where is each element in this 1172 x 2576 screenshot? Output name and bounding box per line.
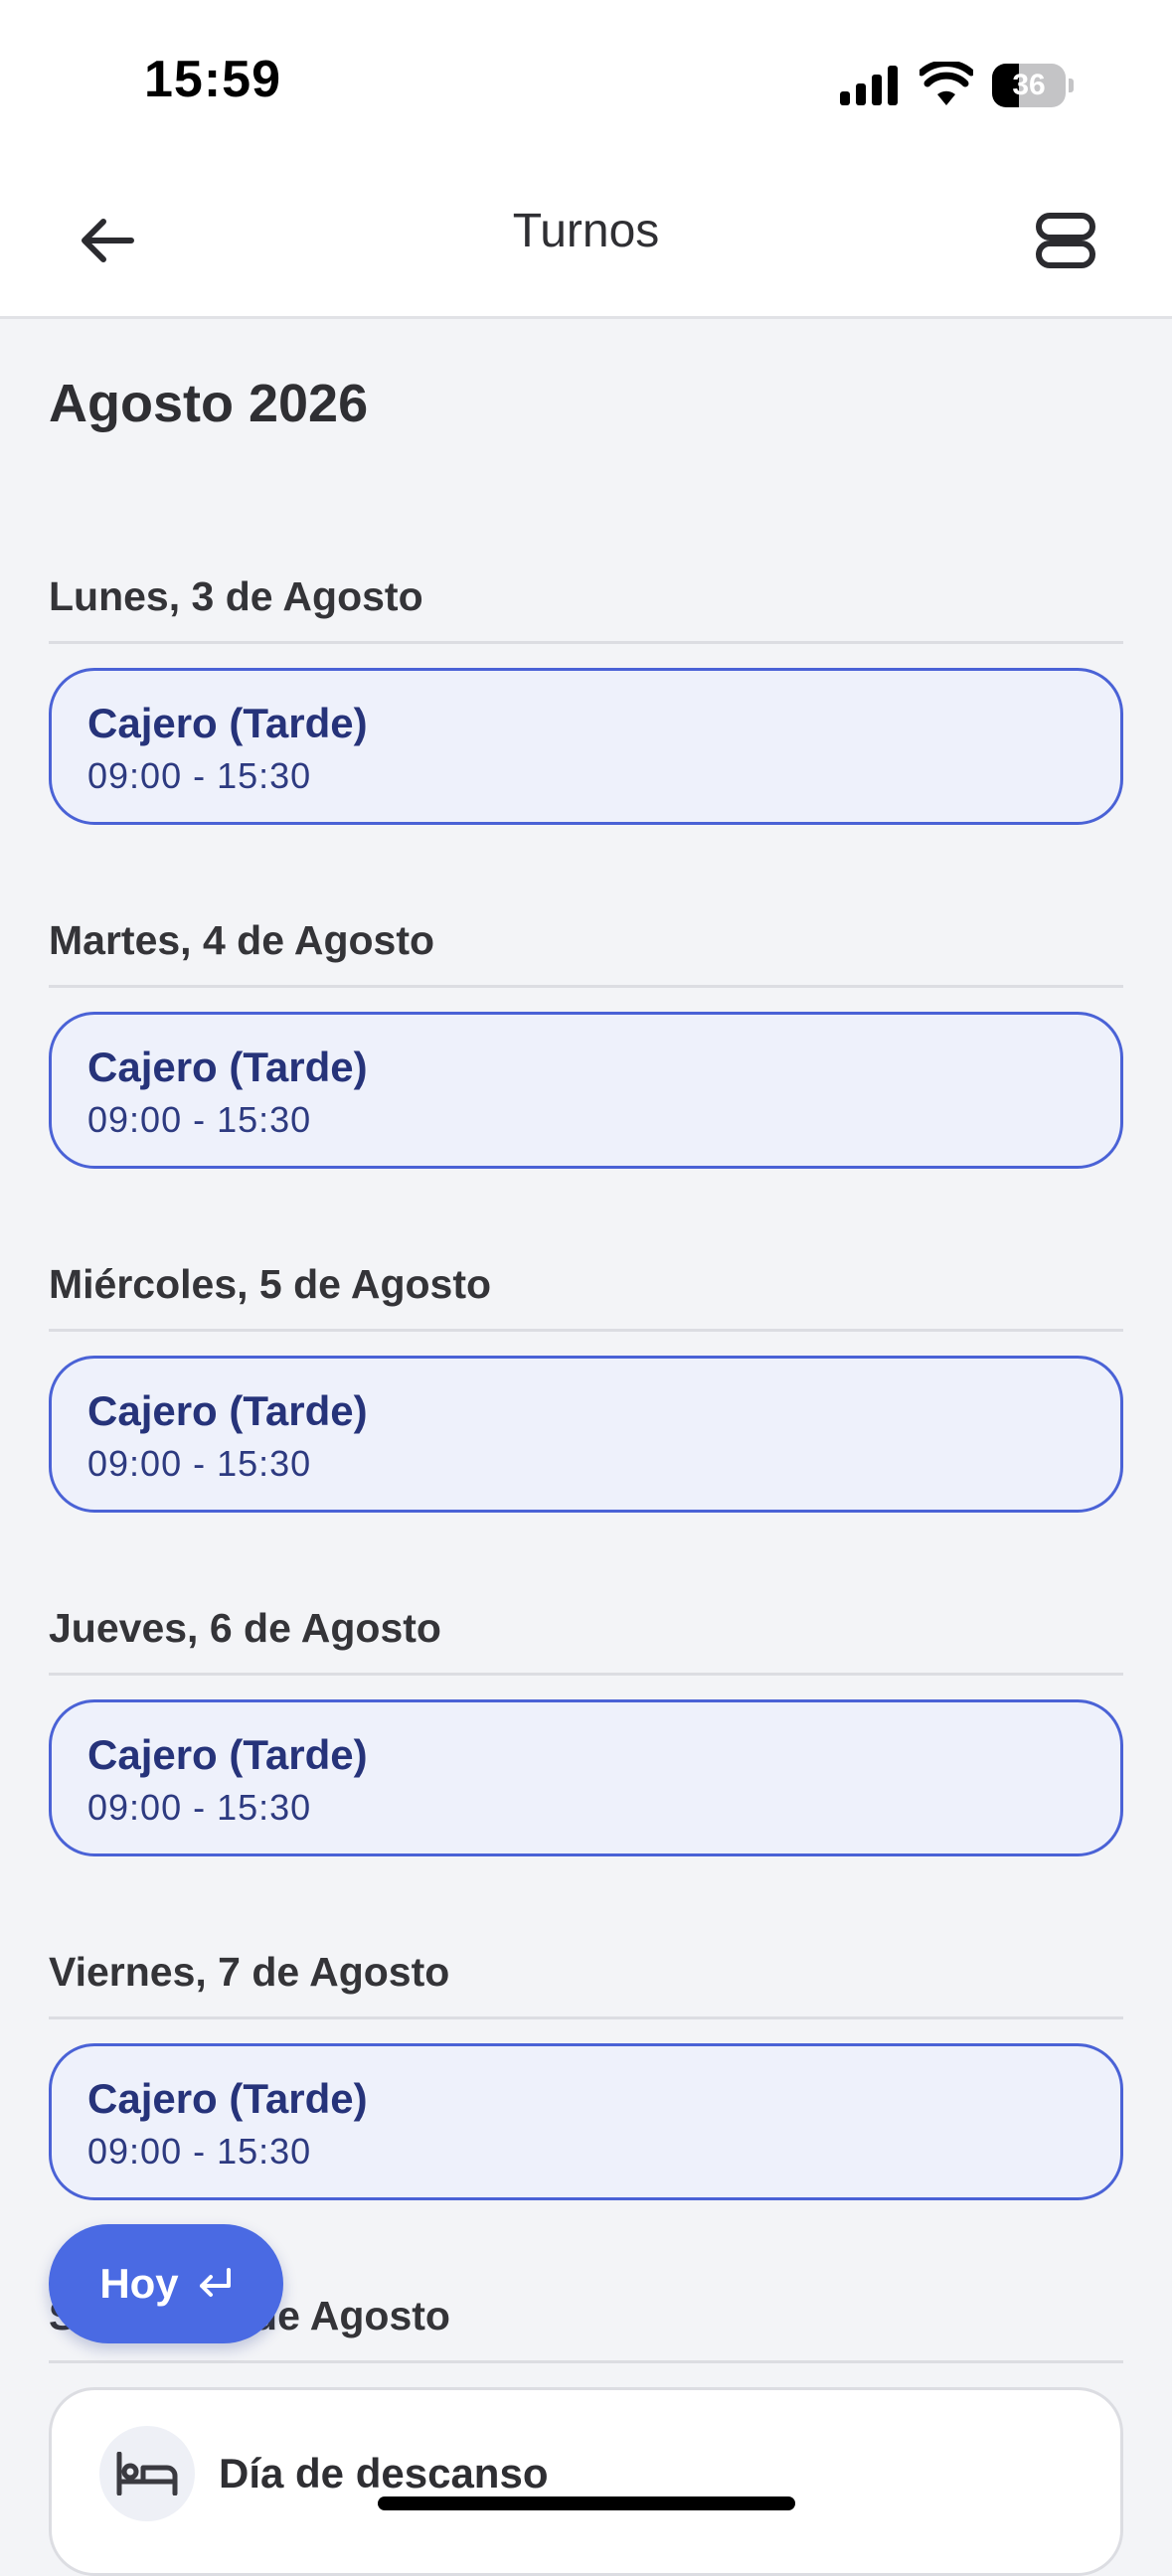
arrow-left-icon [82, 219, 134, 262]
page-title: Turnos [512, 205, 660, 257]
day-header: Viernes, 7 de Agosto [49, 1937, 1123, 2019]
home-indicator[interactable] [378, 2496, 795, 2510]
day-header: Miércoles, 5 de Agosto [49, 1249, 1123, 1332]
rest-day-card[interactable]: Día de descanso [49, 2387, 1123, 2576]
back-button[interactable] [60, 197, 155, 284]
today-button[interactable]: Hoy [49, 2224, 283, 2343]
signal-icon [840, 66, 898, 105]
shift-card[interactable]: Cajero (Tarde) 09:00 - 15:30 [49, 668, 1123, 825]
app-bar: Turnos [0, 169, 1172, 319]
wifi-icon [920, 62, 973, 105]
today-label: Hoy [99, 2260, 179, 2307]
return-arrow-icon [199, 2268, 231, 2297]
day-header: Jueves, 6 de Agosto [49, 1593, 1123, 1676]
shift-hours: 09:00 - 15:30 [87, 1443, 312, 1484]
battery-level: 36 [1012, 69, 1046, 101]
rest-day-label: Día de descanso [219, 2450, 549, 2496]
bed-icon [99, 2426, 195, 2521]
shift-card[interactable]: Cajero (Tarde) 09:00 - 15:30 [49, 2043, 1123, 2200]
shift-card[interactable]: Cajero (Tarde) 09:00 - 15:30 [49, 1356, 1123, 1513]
status-time: 15:59 [144, 51, 281, 108]
shift-name: Cajero (Tarde) [87, 1044, 368, 1090]
status-bar: 15:59 36 [0, 0, 1172, 169]
day-group: Lunes, 3 de Agosto Cajero (Tarde) 09:00 … [49, 562, 1123, 825]
shift-name: Cajero (Tarde) [87, 700, 368, 746]
view-toggle-icon [1036, 213, 1095, 268]
day-group: Martes, 4 de Agosto Cajero (Tarde) 09:00… [49, 905, 1123, 1169]
shift-hours: 09:00 - 15:30 [87, 1787, 312, 1828]
month-title: Agosto 2026 [49, 374, 369, 433]
shift-name: Cajero (Tarde) [87, 2075, 368, 2122]
day-header: Lunes, 3 de Agosto [49, 562, 1123, 644]
shift-card[interactable]: Cajero (Tarde) 09:00 - 15:30 [49, 1699, 1123, 1856]
day-group: Viernes, 7 de Agosto Cajero (Tarde) 09:0… [49, 1937, 1123, 2200]
shift-hours: 09:00 - 15:30 [87, 755, 312, 796]
shift-hours: 09:00 - 15:30 [87, 1099, 312, 1140]
battery-icon: 36 [992, 64, 1074, 107]
day-group: Jueves, 6 de Agosto Cajero (Tarde) 09:00… [49, 1593, 1123, 1856]
shift-name: Cajero (Tarde) [87, 1731, 368, 1778]
view-toggle-button[interactable] [1018, 197, 1113, 284]
day-group: Miércoles, 5 de Agosto Cajero (Tarde) 09… [49, 1249, 1123, 1513]
shift-card[interactable]: Cajero (Tarde) 09:00 - 15:30 [49, 1012, 1123, 1169]
shift-name: Cajero (Tarde) [87, 1387, 368, 1434]
shift-hours: 09:00 - 15:30 [87, 2131, 312, 2172]
day-header: Martes, 4 de Agosto [49, 905, 1123, 988]
